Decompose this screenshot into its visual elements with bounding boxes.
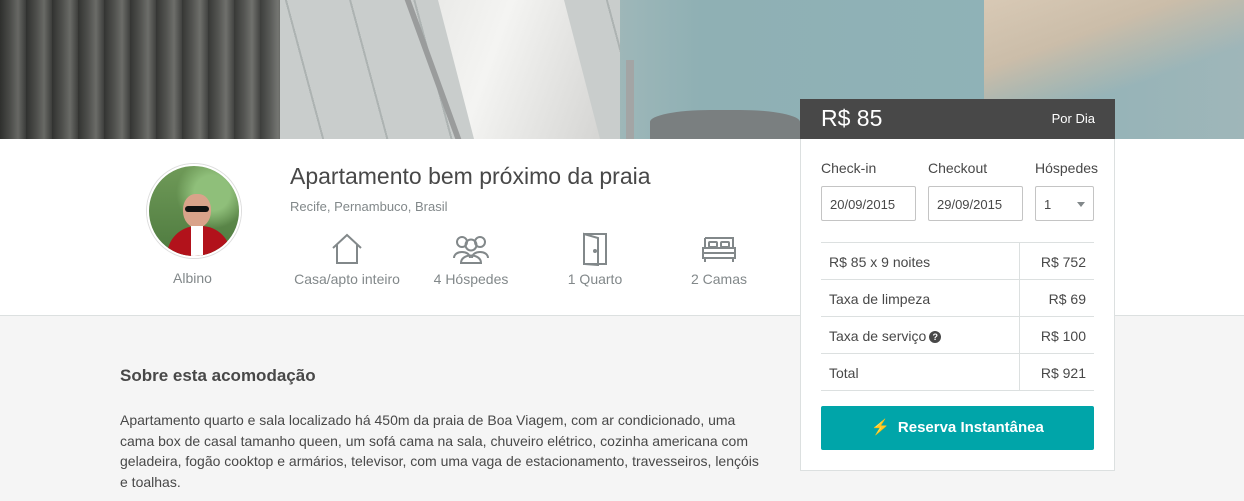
door-icon (583, 232, 607, 266)
amenity-label: 2 Camas (690, 271, 748, 287)
nightly-price: R$ 85 (821, 105, 883, 131)
about-title: Sobre esta acomodação (120, 366, 316, 385)
price-breakdown: R$ 85 x 9 noites R$ 752 Taxa de limpeza … (821, 242, 1094, 391)
amenity-label: 4 Hóspedes (433, 271, 509, 287)
checkin-label: Check-in (821, 160, 877, 176)
price-row-total: Total R$ 921 (821, 354, 1094, 391)
row-value: R$ 921 (1040, 365, 1086, 381)
amenity-guests: 4 Hóspedes (406, 232, 536, 287)
price-row-nights: R$ 85 x 9 noites R$ 752 (821, 243, 1094, 280)
listing-location[interactable]: Recife, Pernambuco, Brasil (290, 199, 448, 214)
price-row-service: Taxa de serviço? R$ 100 (821, 317, 1094, 354)
row-label: Taxa de serviço (829, 328, 927, 344)
guests-icon (453, 236, 489, 264)
help-icon[interactable]: ? (929, 331, 942, 343)
row-value: R$ 69 (1048, 291, 1086, 307)
about-description: Apartamento quarto e sala localizado há … (120, 412, 759, 490)
guests-select[interactable]: 1 (1035, 186, 1094, 221)
row-value: R$ 752 (1040, 254, 1086, 270)
instant-book-button[interactable]: ⚡ Reserva Instantânea (821, 406, 1094, 450)
row-value: R$ 100 (1040, 328, 1086, 344)
row-label-wrap: Taxa de serviço? (829, 328, 942, 344)
amenity-room-type: Casa/apto inteiro (282, 232, 412, 287)
instant-book-label: Reserva Instantânea (897, 419, 1044, 436)
checkout-label: Checkout (928, 160, 988, 176)
row-label: Total (829, 365, 859, 381)
amenity-label: Casa/apto inteiro (294, 271, 400, 287)
price-row-cleaning: Taxa de limpeza R$ 69 (821, 280, 1094, 317)
bed-icon (702, 237, 736, 262)
checkout-input[interactable]: 29/09/2015 (928, 186, 1023, 221)
chevron-down-icon (1077, 202, 1085, 207)
guests-select-value: 1 (1044, 197, 1052, 212)
listing-title: Apartamento bem próximo da praia (290, 163, 651, 189)
row-label: R$ 85 x 9 noites (829, 254, 931, 270)
lightning-icon: ⚡ (871, 419, 890, 436)
amenity-beds: 2 Camas (654, 232, 784, 287)
row-label: Taxa de limpeza (829, 291, 931, 307)
price-bar: R$ 85 Por Dia (800, 99, 1115, 139)
price-period: Por Dia (1051, 111, 1095, 126)
checkin-input[interactable]: 20/09/2015 (821, 186, 916, 221)
guests-label: Hóspedes (1035, 160, 1099, 176)
host-avatar[interactable] (147, 164, 241, 258)
booking-panel: Check-in Checkout Hóspedes 20/09/2015 29… (800, 139, 1115, 471)
host-name[interactable]: Albino (120, 270, 265, 286)
amenity-label: 1 Quarto (567, 271, 623, 287)
amenity-bedrooms: 1 Quarto (530, 232, 660, 287)
house-icon (332, 233, 362, 264)
